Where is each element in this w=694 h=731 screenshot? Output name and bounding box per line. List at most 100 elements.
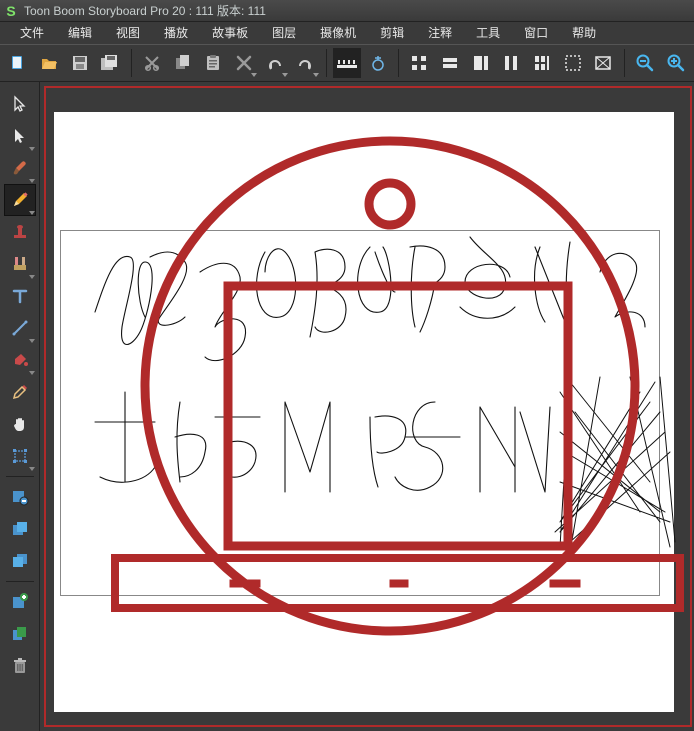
new-doc-button[interactable]: [4, 48, 33, 78]
stamp-icon: [11, 223, 29, 241]
copy-button[interactable]: [168, 48, 197, 78]
menu-play[interactable]: 播放: [152, 22, 200, 44]
eraser-icon: [11, 255, 29, 273]
dropdown-arrow-icon: [282, 73, 288, 77]
zoom-out-button[interactable]: [631, 48, 660, 78]
add-layer-icon: [11, 593, 29, 611]
delete-layer-button[interactable]: [4, 650, 36, 682]
menu-tools[interactable]: 工具: [464, 22, 512, 44]
app-icon: S: [4, 4, 18, 18]
undo-icon: [266, 54, 284, 72]
trash-icon: [11, 657, 29, 675]
save-all-icon: [100, 54, 120, 72]
redo-button[interactable]: [291, 48, 320, 78]
dropdown-arrow-icon: [29, 371, 35, 375]
save-button[interactable]: [65, 48, 94, 78]
stamp-tool[interactable]: [4, 216, 36, 248]
grid-icon: [410, 54, 428, 72]
bucket-icon: [11, 351, 29, 369]
title-bar: S Toon Boom Storyboard Pro 20 : 111 版本: …: [0, 0, 694, 22]
dropdown-arrow-icon: [29, 211, 35, 215]
menu-file[interactable]: 文件: [8, 22, 56, 44]
line-icon: [11, 319, 29, 337]
menu-view[interactable]: 视图: [104, 22, 152, 44]
panel-multi-button[interactable]: [528, 48, 557, 78]
eraser-tool[interactable]: [4, 248, 36, 280]
zoom-in-icon: [666, 53, 686, 73]
pencil-tool[interactable]: [4, 184, 36, 216]
duplicate-layer-button[interactable]: [4, 618, 36, 650]
tool-separator: [6, 581, 34, 582]
panel-horiz-button[interactable]: [436, 48, 465, 78]
menu-bar: 文件 编辑 视图 播放 故事板 图层 摄像机 剪辑 注释 工具 窗口 帮助: [0, 22, 694, 44]
layer-back-icon: [11, 552, 29, 570]
toolbar-separator: [398, 49, 399, 77]
zoom-in-button[interactable]: [661, 48, 690, 78]
delete-button[interactable]: [230, 48, 259, 78]
hand-icon: [11, 415, 29, 433]
paste-button[interactable]: [199, 48, 228, 78]
new-doc-icon: [9, 54, 27, 72]
dupe-layer-icon: [11, 625, 29, 643]
text-tool[interactable]: [4, 280, 36, 312]
menu-help[interactable]: 帮助: [560, 22, 608, 44]
layer-front-icon: [11, 520, 29, 538]
cut-button[interactable]: [138, 48, 167, 78]
panel-column-icon: [502, 54, 520, 72]
layerprops-icon: [11, 488, 29, 506]
layer-to-front-button[interactable]: [4, 513, 36, 545]
dropdown-arrow-icon: [29, 339, 35, 343]
bucket-tool[interactable]: [4, 344, 36, 376]
dropdown-arrow-icon: [251, 73, 257, 77]
dropdown-arrow-icon: [29, 179, 35, 183]
workspace: [0, 82, 694, 731]
transform-icon: [11, 447, 29, 465]
onion-skin-icon: [369, 54, 387, 72]
brush-tool[interactable]: [4, 152, 36, 184]
menu-clip[interactable]: 剪辑: [368, 22, 416, 44]
layerprops-button[interactable]: [4, 481, 36, 513]
safe-area-icon: [594, 54, 612, 72]
pointer-icon: [11, 95, 29, 113]
toolbar-separator: [326, 49, 327, 77]
dropper-tool[interactable]: [4, 376, 36, 408]
panel-right-button[interactable]: [466, 48, 495, 78]
timeline-icon: [336, 54, 358, 72]
x-icon: [235, 54, 253, 72]
toolbar-separator: [624, 49, 625, 77]
copy-icon: [174, 54, 192, 72]
hand-tool[interactable]: [4, 408, 36, 440]
menu-edit[interactable]: 编辑: [56, 22, 104, 44]
menu-storyboard[interactable]: 故事板: [200, 22, 260, 44]
save-icon: [71, 54, 89, 72]
safe-area-button[interactable]: [589, 48, 618, 78]
dropdown-arrow-icon: [313, 73, 319, 77]
redo-icon: [296, 54, 314, 72]
open-button[interactable]: [35, 48, 64, 78]
text-icon: [11, 287, 29, 305]
toolbar-separator: [131, 49, 132, 77]
panel-column-button[interactable]: [497, 48, 526, 78]
menu-camera[interactable]: 摄像机: [308, 22, 368, 44]
save-all-button[interactable]: [96, 48, 125, 78]
line-tool[interactable]: [4, 312, 36, 344]
layer-to-back-button[interactable]: [4, 545, 36, 577]
main-toolbar: [0, 44, 694, 82]
grid-button[interactable]: [405, 48, 434, 78]
onion-skin-button[interactable]: [363, 48, 392, 78]
stage-view[interactable]: [40, 82, 694, 731]
pointer-tool[interactable]: [4, 88, 36, 120]
dropdown-arrow-icon: [29, 467, 35, 471]
menu-layer[interactable]: 图层: [260, 22, 308, 44]
overlay-button[interactable]: [558, 48, 587, 78]
menu-caption[interactable]: 注释: [416, 22, 464, 44]
undo-button[interactable]: [260, 48, 289, 78]
select-tool[interactable]: [4, 120, 36, 152]
dropdown-arrow-icon: [29, 147, 35, 151]
panel-multi-icon: [533, 54, 551, 72]
paste-icon: [204, 54, 222, 72]
new-layer-button[interactable]: [4, 586, 36, 618]
menu-window[interactable]: 窗口: [512, 22, 560, 44]
transform-tool[interactable]: [4, 440, 36, 472]
timeline-button[interactable]: [333, 48, 362, 78]
